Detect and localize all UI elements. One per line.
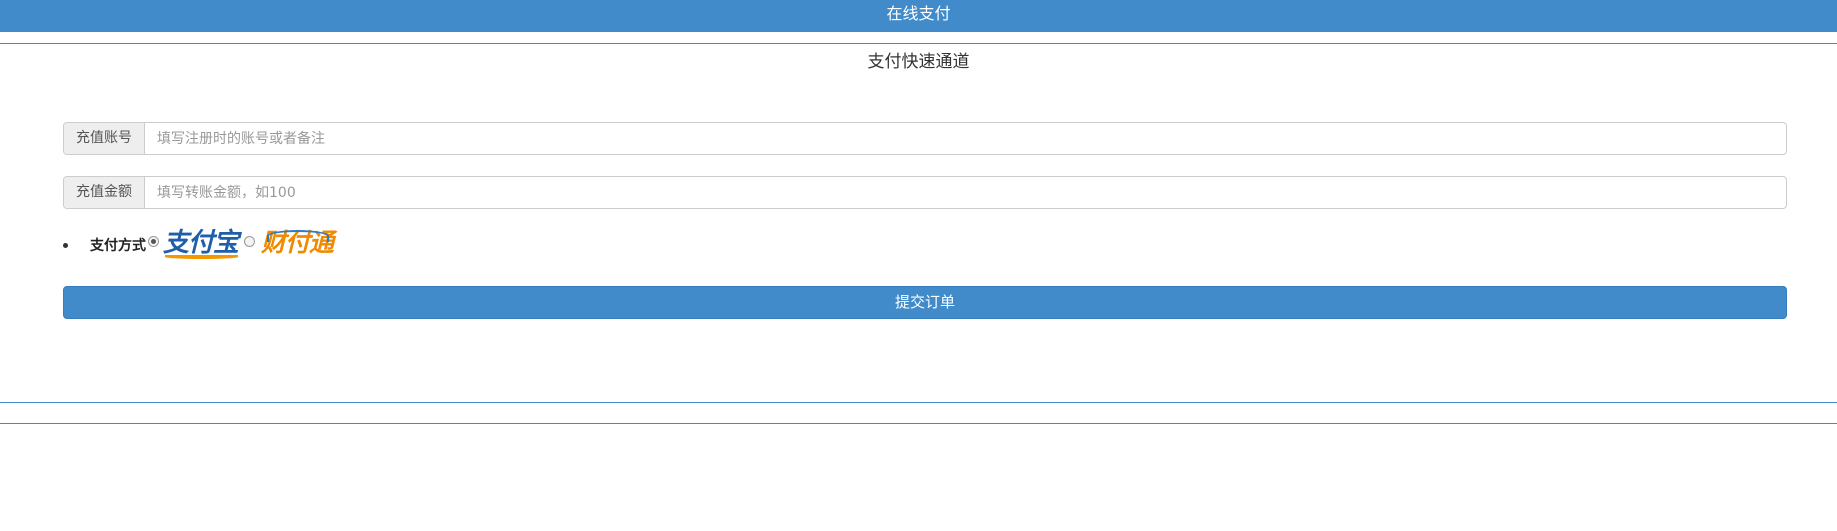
account-input-group: 充值账号 <box>63 122 1787 155</box>
footer-divider-top <box>0 402 1837 403</box>
alipay-logo-text: 支付宝 <box>163 228 239 258</box>
amount-input-group: 充值金额 <box>63 176 1787 209</box>
account-label: 充值账号 <box>64 123 145 154</box>
header-title: 在线支付 <box>886 4 951 23</box>
alipay-logo[interactable]: 支付宝 <box>163 228 239 262</box>
payment-method-row: 支付方式 支付宝 财付通 <box>63 228 334 262</box>
payment-method-label: 支付方式 <box>90 238 146 254</box>
bullet-icon <box>63 242 68 248</box>
footer-divider-bottom <box>0 423 1837 424</box>
header-divider <box>0 43 1837 44</box>
header-bar: 在线支付 <box>0 0 1837 32</box>
section-title: 支付快速通道 <box>867 52 970 72</box>
tenpay-radio[interactable] <box>244 236 256 247</box>
tenpay-logo[interactable]: 财付通 <box>261 228 334 262</box>
alipay-swoosh-icon <box>165 255 239 259</box>
amount-label: 充值金额 <box>64 177 145 208</box>
amount-input[interactable] <box>145 177 1786 208</box>
tenpay-arc-icon <box>267 230 330 242</box>
alipay-radio[interactable] <box>148 236 159 247</box>
submit-order-button[interactable]: 提交订单 <box>63 286 1787 319</box>
account-input[interactable] <box>145 123 1786 154</box>
